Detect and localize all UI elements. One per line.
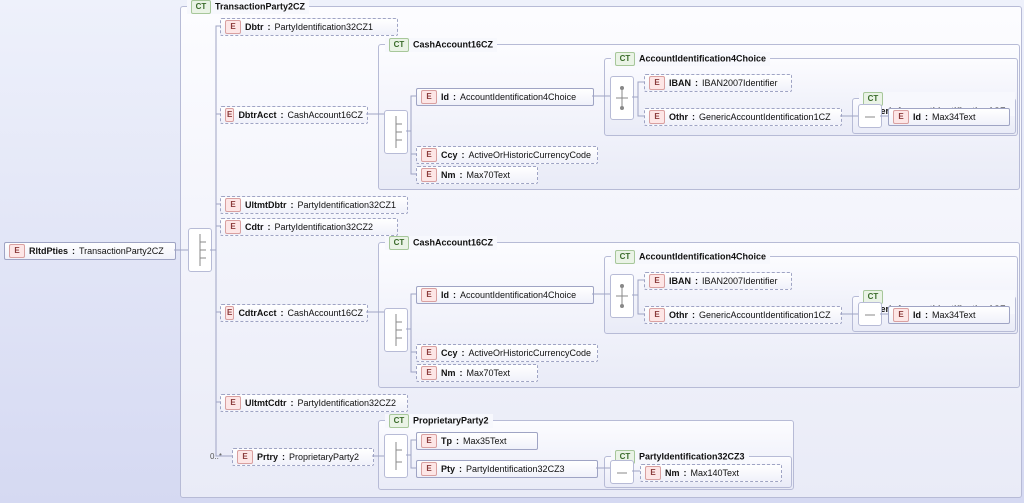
ct-icon: CT [389,414,409,428]
ct-icon: CT [389,236,409,250]
elem-nm-a[interactable]: ENm:Max70Text [416,166,538,184]
elem-rltdpties[interactable]: E RltdPties : TransactionParty2CZ [4,242,176,260]
e-icon: E [237,450,253,464]
e-icon: E [225,20,241,34]
join-gai-b [858,302,882,326]
ct-header: CTCashAccount16CZ [385,236,497,250]
elem-iban-a[interactable]: EIBAN:IBAN2007Identifier [644,74,792,92]
elem-nm-b[interactable]: ENm:Max70Text [416,364,538,382]
e-icon: E [649,308,665,322]
elem-dbtr[interactable]: EDbtr:PartyIdentification32CZ1 [220,18,398,36]
e-icon: E [225,198,241,212]
elem-type: TransactionParty2CZ [79,246,164,256]
e-icon: E [421,288,437,302]
ct-icon: CT [389,38,409,52]
join-ai-a [610,76,634,120]
elem-tp[interactable]: ETp:Max35Text [416,432,538,450]
mult-prtry: 0..* [210,452,222,461]
elem-pnm[interactable]: ENm:Max140Text [640,464,782,482]
ct-header: CTAccountIdentification4Choice [611,52,770,66]
elem-gid-b[interactable]: EId:Max34Text [888,306,1010,324]
join-ca-a [384,110,408,154]
elem-id-a[interactable]: EId:AccountIdentification4Choice [416,88,594,106]
ct-icon: CT [615,52,635,66]
elem-pty[interactable]: EPty:PartyIdentification32CZ3 [416,460,598,478]
elem-iban-b[interactable]: EIBAN:IBAN2007Identifier [644,272,792,290]
join-gai-a [858,104,882,128]
elem-cdtracct[interactable]: ECdtrAcct:CashAccount16CZ [220,304,368,322]
e-icon: E [893,308,909,322]
elem-ultmtdbtr[interactable]: EUltmtDbtr:PartyIdentification32CZ1 [220,196,408,214]
e-icon: E [649,274,665,288]
elem-dbtracct[interactable]: EDbtrAcct:CashAccount16CZ [220,106,368,124]
elem-ccy-b[interactable]: ECcy:ActiveOrHistoricCurrencyCode [416,344,598,362]
join-main [188,228,212,272]
e-icon: E [421,148,437,162]
e-icon: E [421,462,437,476]
e-icon: E [225,108,234,122]
join-ca-b [384,308,408,352]
elem-id-b[interactable]: EId:AccountIdentification4Choice [416,286,594,304]
e-icon: E [645,466,661,480]
e-icon: E [649,76,665,90]
elem-prtry[interactable]: EPrtry:ProprietaryParty2 [232,448,374,466]
elem-othr-b[interactable]: EOthr:GenericAccountIdentification1CZ [644,306,842,324]
e-icon: E [421,346,437,360]
join-ai-b [610,274,634,318]
elem-name: RltdPties [29,246,68,256]
ct-header: CTCashAccount16CZ [385,38,497,52]
elem-ultmtcdtr[interactable]: EUltmtCdtr:PartyIdentification32CZ2 [220,394,408,412]
e-icon: E [225,306,234,320]
ct-header: CTTransactionParty2CZ [187,0,309,14]
e-icon: E [893,110,909,124]
join-pp2 [384,434,408,478]
e-icon: E [421,168,437,182]
elem-ccy-a[interactable]: ECcy:ActiveOrHistoricCurrencyCode [416,146,598,164]
e-icon: E [225,220,241,234]
e-icon: E [225,396,241,410]
e-icon: E [421,434,437,448]
e-icon: E [421,90,437,104]
ct-icon: CT [191,0,211,14]
e-icon: E [649,110,665,124]
e-icon: E [421,366,437,380]
ct-header: CTProprietaryParty2 [385,414,493,428]
join-pi3 [610,460,634,484]
elem-gid-a[interactable]: EId:Max34Text [888,108,1010,126]
elem-cdtr[interactable]: ECdtr:PartyIdentification32CZ2 [220,218,398,236]
elem-othr-a[interactable]: EOthr:GenericAccountIdentification1CZ [644,108,842,126]
ct-icon: CT [615,250,635,264]
e-icon: E [9,244,25,258]
ct-header: CTAccountIdentification4Choice [611,250,770,264]
